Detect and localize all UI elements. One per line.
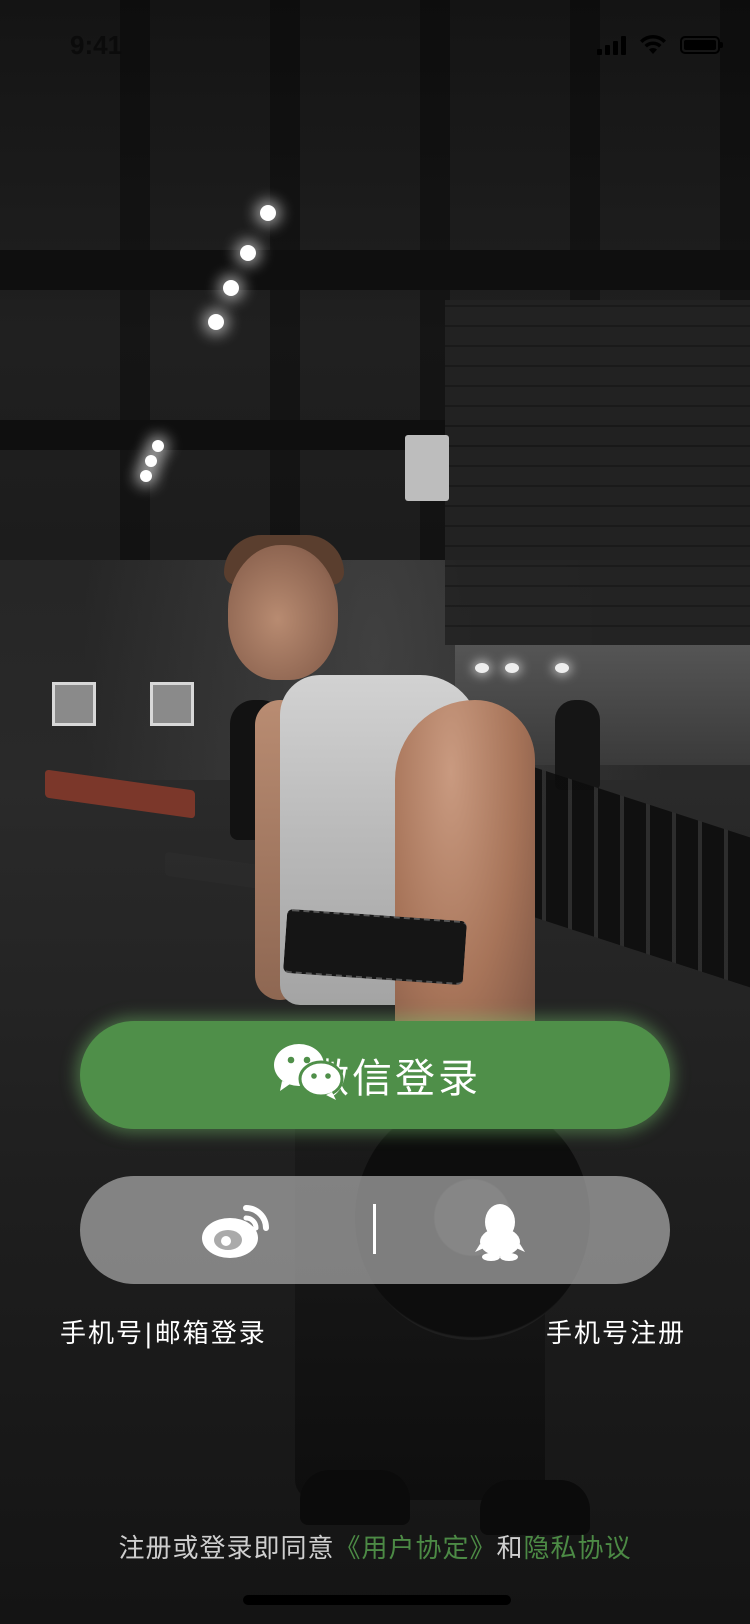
athlete-head: [228, 545, 338, 680]
mirror-light: [475, 663, 489, 673]
ceiling-light: [208, 314, 224, 330]
mirror-light: [505, 663, 519, 673]
ceiling-light: [240, 245, 256, 261]
ceiling-light: [223, 280, 239, 296]
cellular-signal-icon: [597, 35, 626, 55]
battery-icon: [680, 36, 723, 54]
athlete-arm: [395, 700, 535, 1060]
agreement-and: 和: [496, 1534, 524, 1564]
qq-icon[interactable]: [474, 1200, 526, 1262]
athlete-shoe: [480, 1480, 590, 1535]
status-time: 9:41: [70, 30, 123, 60]
wechat-login-button[interactable]: 微信登录: [80, 1021, 670, 1129]
brick-wall: [445, 300, 750, 645]
wall-frame: [52, 682, 96, 726]
wechat-icon: [274, 1044, 344, 1100]
wall-frame: [150, 682, 194, 726]
ceiling-light: [140, 470, 152, 482]
privacy-policy-link[interactable]: 隐私协议: [524, 1534, 632, 1564]
ceiling-light: [152, 440, 164, 452]
status-icons: [597, 34, 723, 56]
ceiling-light: [145, 455, 157, 467]
social-divider: [373, 1204, 376, 1254]
user-agreement-link[interactable]: 《用户协定》: [334, 1534, 496, 1564]
wall-speaker: [405, 435, 449, 501]
agreement-text: 注册或登录即同意《用户协定》和隐私协议: [0, 1528, 750, 1565]
login-screen: 9:41 微信登录 手机号|邮箱登录 手机号注册 注册或登录即同意《用户协定》和…: [0, 0, 750, 1624]
wifi-icon: [640, 34, 666, 54]
status-bar: 9:41: [0, 0, 750, 90]
weibo-icon[interactable]: [200, 1198, 274, 1262]
mirror-light: [555, 663, 569, 673]
ceiling-light: [260, 205, 276, 221]
lifting-belt: [282, 908, 468, 986]
social-login-bar: [80, 1176, 670, 1284]
phone-register-link[interactable]: 手机号注册: [546, 1313, 686, 1350]
ceiling-beam: [0, 250, 750, 290]
background-photo: [0, 0, 750, 1624]
phone-email-login-link[interactable]: 手机号|邮箱登录: [60, 1313, 267, 1350]
agreement-prefix: 注册或登录即同意: [118, 1534, 335, 1564]
home-indicator: [243, 1595, 511, 1605]
athlete-shoe: [300, 1470, 410, 1525]
